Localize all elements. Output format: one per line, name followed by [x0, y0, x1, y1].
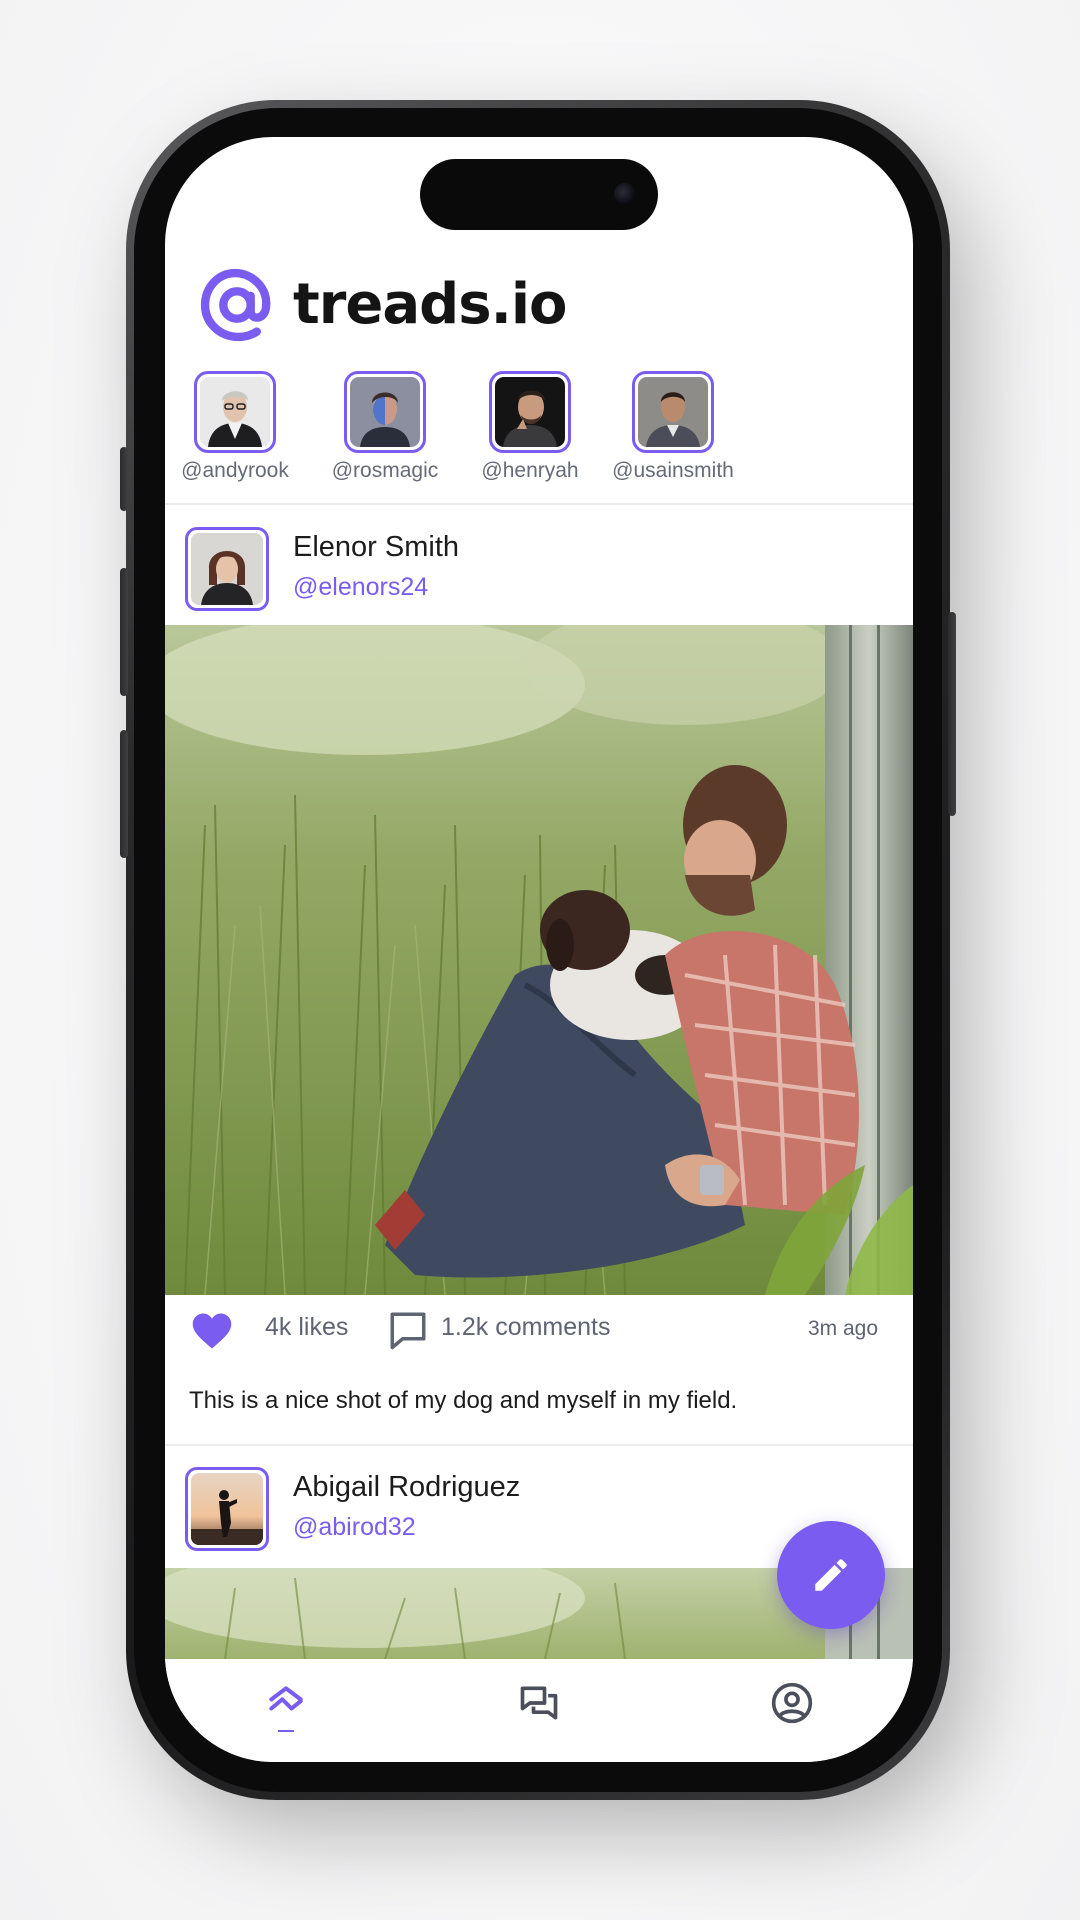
avatar: [350, 377, 420, 447]
messages-icon: [520, 1686, 558, 1720]
comment-count[interactable]: 1.2k comments: [441, 1313, 611, 1342]
post-author-handle[interactable]: @elenors24: [293, 573, 428, 602]
post-photo[interactable]: [165, 625, 913, 1295]
at-sign-icon: [200, 268, 271, 341]
action-button: [120, 447, 128, 511]
post-author-name: Abigail Rodriguez: [293, 1471, 521, 1503]
comment-icon[interactable]: [387, 1309, 429, 1351]
power-button: [948, 612, 956, 816]
story-avatar-ring: [489, 371, 571, 453]
volume-down-button: [120, 730, 128, 858]
bottom-nav: [165, 1659, 913, 1762]
stories-divider: [165, 503, 913, 505]
story-handle: @henryah: [481, 459, 579, 482]
post-header[interactable]: Abigail Rodriguez @abirod32: [185, 1467, 885, 1551]
post-avatar-ring: [185, 1467, 269, 1551]
story-andyrook[interactable]: @andyrook: [165, 371, 310, 483]
story-henryah[interactable]: @henryah: [455, 371, 605, 483]
story-usainsmith[interactable]: @usainsmith: [598, 371, 748, 483]
story-avatar-ring: [194, 371, 276, 453]
story-rosmagic[interactable]: @rosmagic: [310, 371, 460, 483]
post-author-handle[interactable]: @abirod32: [293, 1513, 416, 1542]
post-header[interactable]: Elenor Smith @elenors24: [185, 527, 885, 611]
post-caption: This is a nice shot of my dog and myself…: [189, 1387, 738, 1414]
post-actions: 4k likes 1.2k comments 3m ago: [165, 1305, 913, 1355]
phone-screen: treads.io @andyrook @rosmagic @henryah @…: [165, 137, 913, 1762]
story-handle: @usainsmith: [612, 459, 734, 482]
feed-icon: [269, 1686, 303, 1711]
avatar: [638, 377, 708, 447]
compose-button[interactable]: [777, 1521, 885, 1629]
profile-icon: [771, 1682, 813, 1724]
story-avatar-ring: [344, 371, 426, 453]
story-handle: @rosmagic: [331, 459, 439, 482]
like-count: 4k likes: [265, 1313, 349, 1341]
app-title: treads.io: [293, 272, 568, 337]
story-avatar-ring: [632, 371, 714, 453]
app-header: treads.io: [199, 267, 568, 342]
pencil-icon: [815, 1559, 847, 1591]
nav-active-indicator: [278, 1730, 294, 1732]
story-handle: @andyrook: [181, 459, 289, 482]
avatar: [200, 377, 270, 447]
post-avatar-ring: [185, 527, 269, 611]
avatar: [495, 377, 565, 447]
volume-up-button: [120, 568, 128, 696]
dynamic-island: [420, 159, 658, 230]
camera-icon: [614, 183, 636, 205]
post-image: [165, 625, 913, 1295]
nav-feed[interactable]: [256, 1681, 316, 1741]
nav-profile[interactable]: [762, 1681, 822, 1741]
avatar: [191, 533, 263, 605]
heart-icon[interactable]: [191, 1311, 233, 1351]
post-author-name: Elenor Smith: [293, 531, 460, 563]
post-time: 3m ago: [808, 1317, 879, 1340]
avatar: [191, 1473, 263, 1545]
nav-messages[interactable]: [509, 1681, 569, 1741]
post-divider: [165, 1444, 913, 1446]
